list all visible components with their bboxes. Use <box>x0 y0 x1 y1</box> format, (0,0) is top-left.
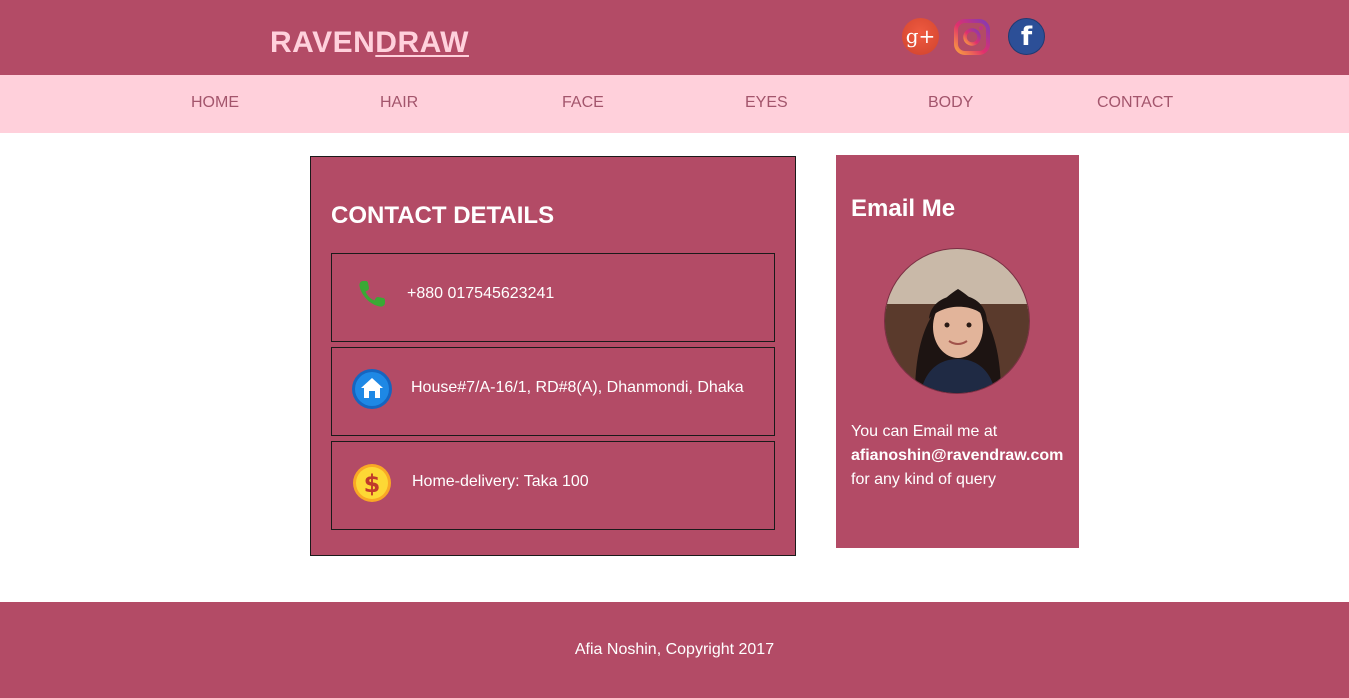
contact-details-title: CONTACT DETAILS <box>331 202 555 229</box>
nav-item-contact[interactable]: CONTACT <box>1097 94 1173 112</box>
site-header: RAVENDRAW g+ f <box>0 0 1349 75</box>
email-intro: You can Email me at <box>851 423 998 440</box>
site-footer: Afia Noshin, Copyright 2017 <box>0 602 1349 698</box>
email-me-title: Email Me <box>851 195 956 222</box>
facebook-icon[interactable]: f <box>1008 18 1045 55</box>
nav-item-eyes[interactable]: EYES <box>745 94 788 112</box>
contact-row-delivery: $ Home-delivery: Taka 100 <box>331 441 775 530</box>
logo-text-draw: DRAW <box>375 26 469 59</box>
site-logo[interactable]: RAVENDRAW <box>270 26 469 60</box>
delivery-text: Home-delivery: Taka 100 <box>412 473 589 490</box>
phone-number: +880 017545623241 <box>407 285 555 302</box>
nav-item-home[interactable]: HOME <box>191 94 239 112</box>
phone-icon <box>356 278 388 315</box>
google-plus-icon[interactable]: g+ <box>902 18 939 55</box>
svg-text:$: $ <box>364 470 381 498</box>
email-outro: for any kind of query <box>851 471 996 488</box>
instagram-icon[interactable] <box>953 18 991 56</box>
email-me-panel: Email Me You can Email me at afianoshin@… <box>836 155 1079 548</box>
contact-row-phone: +880 017545623241 <box>331 253 775 342</box>
address-text: House#7/A-16/1, RD#8(A), Dhanmondi, Dhak… <box>411 379 744 396</box>
email-address-link[interactable]: afianoshin@ravendraw.com <box>851 444 1076 468</box>
nav-item-body[interactable]: BODY <box>928 94 973 112</box>
main-nav: HOME HAIR FACE EYES BODY CONTACT <box>0 75 1349 133</box>
nav-item-face[interactable]: FACE <box>562 94 604 112</box>
copyright-text: Afia Noshin, Copyright 2017 <box>574 641 775 658</box>
dollar-coin-icon: $ <box>352 463 392 508</box>
home-icon <box>352 369 392 414</box>
logo-text-raven: RAVEN <box>270 26 376 59</box>
contact-row-address: House#7/A-16/1, RD#8(A), Dhanmondi, Dhak… <box>331 347 775 436</box>
contact-details-panel: CONTACT DETAILS +880 017545623241 House#… <box>310 156 796 556</box>
nav-item-hair[interactable]: HAIR <box>380 94 418 112</box>
email-info-text: You can Email me at afianoshin@ravendraw… <box>851 420 1076 492</box>
avatar <box>884 248 1030 394</box>
